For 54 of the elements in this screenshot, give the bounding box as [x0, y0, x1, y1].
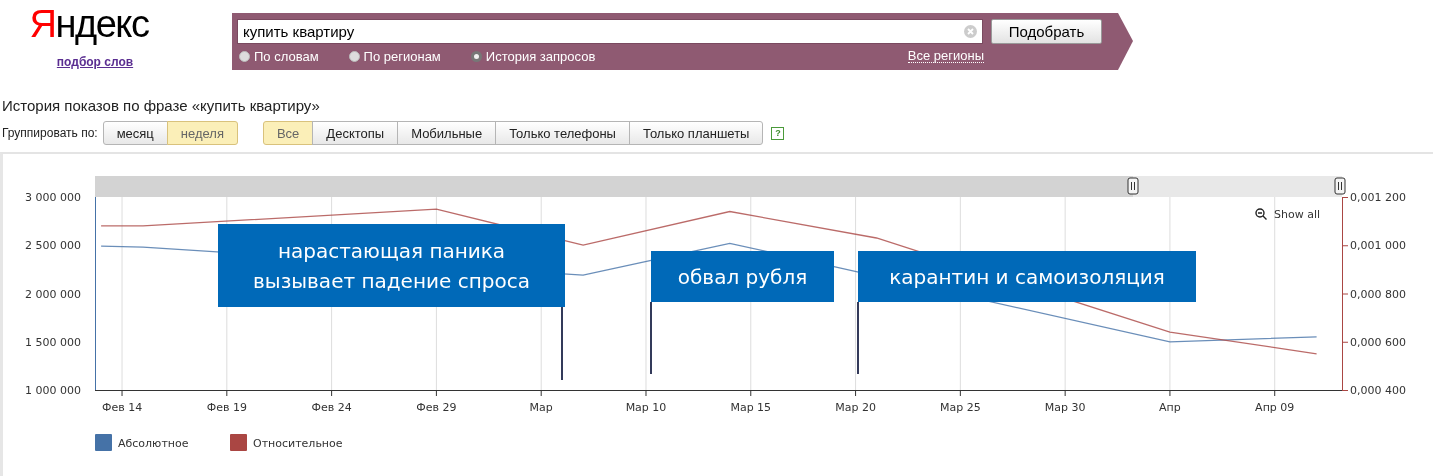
annotation-label: нарастающая паника вызывает падение спроса [218, 224, 565, 307]
axis-label: 3 000 000 [25, 191, 81, 204]
device-filter-toggle[interactable]: Десктопы [312, 121, 399, 145]
group-by-label: Группировать по: [2, 126, 98, 140]
search-mode-radio[interactable]: По словам [239, 48, 319, 64]
help-icon[interactable]: ? [771, 126, 785, 140]
word-selection-link[interactable]: подбор слов [56, 55, 134, 69]
logo[interactable]: Яндекс [29, 4, 149, 44]
axis-label: 0,001 200 [1350, 191, 1406, 204]
axis-label: Апр 09 [1255, 401, 1295, 414]
axis-label: 0,000 600 [1350, 335, 1406, 349]
device-filter-toggle[interactable]: Все [262, 121, 314, 145]
radio-indicator[interactable] [239, 50, 250, 62]
search-button[interactable]: Подобрать [991, 19, 1102, 44]
legend-label[interactable]: Относительное [253, 437, 343, 450]
axis-label: Мар 25 [940, 401, 981, 414]
grouping-toggle[interactable]: неделя [166, 121, 238, 145]
axis-label: Мар 10 [625, 401, 667, 414]
axis-label: 1 000 000 [25, 384, 81, 397]
axis-label: 2 500 000 [25, 239, 81, 253]
search-mode-radio[interactable]: История запросов [470, 48, 596, 64]
search-field[interactable]: купить квартиру [237, 19, 983, 44]
page-title: История показов по фразе «купить квартиру» [2, 96, 321, 116]
grouping-toggle[interactable]: месяц [102, 121, 168, 145]
annotation-label: карантин и самоизоляция [858, 251, 1196, 302]
zoom-out-icon[interactable] [1255, 208, 1268, 221]
device-filter-toggle[interactable]: Мобильные [397, 121, 497, 145]
axis-label: Фев 29 [416, 401, 457, 414]
leader-line [650, 302, 652, 374]
annotation-label: обвал рубля [651, 251, 834, 302]
axis-label: Мар 15 [730, 401, 772, 414]
device-filter-toggle[interactable]: Только планшеты [628, 121, 764, 145]
axis-label: 1 500 000 [25, 335, 81, 349]
navigator-handle[interactable] [1127, 177, 1139, 195]
search-mode-radio[interactable]: По регионам [348, 48, 441, 64]
device-filter-toggle[interactable]: Только телефоны [495, 121, 630, 145]
leader-line [857, 302, 859, 374]
legend-label[interactable]: Абсолютное [118, 437, 189, 450]
axis-label: 2 000 000 [25, 287, 81, 301]
radio-indicator[interactable] [348, 50, 360, 62]
axis-label: Фев 14 [101, 401, 143, 414]
axis-label: 0,001 000 [1350, 239, 1406, 253]
axis-label: 0,000 400 [1350, 384, 1406, 397]
navigator-handle[interactable] [1334, 177, 1346, 195]
all-regions-link[interactable]: Все регионы [907, 49, 984, 63]
show-all-link[interactable]: Show all [1274, 208, 1321, 221]
axis-label: Мар [529, 401, 553, 414]
axis-label: Фев 19 [206, 401, 247, 414]
axis-label: Мар 20 [835, 401, 876, 414]
axis-label: Фев 24 [311, 401, 352, 414]
radio-indicator[interactable] [470, 50, 482, 62]
axis-label: 0,000 800 [1350, 287, 1406, 301]
axis-label: Мар 30 [1044, 401, 1086, 414]
axis-label: Апр [1159, 401, 1181, 414]
